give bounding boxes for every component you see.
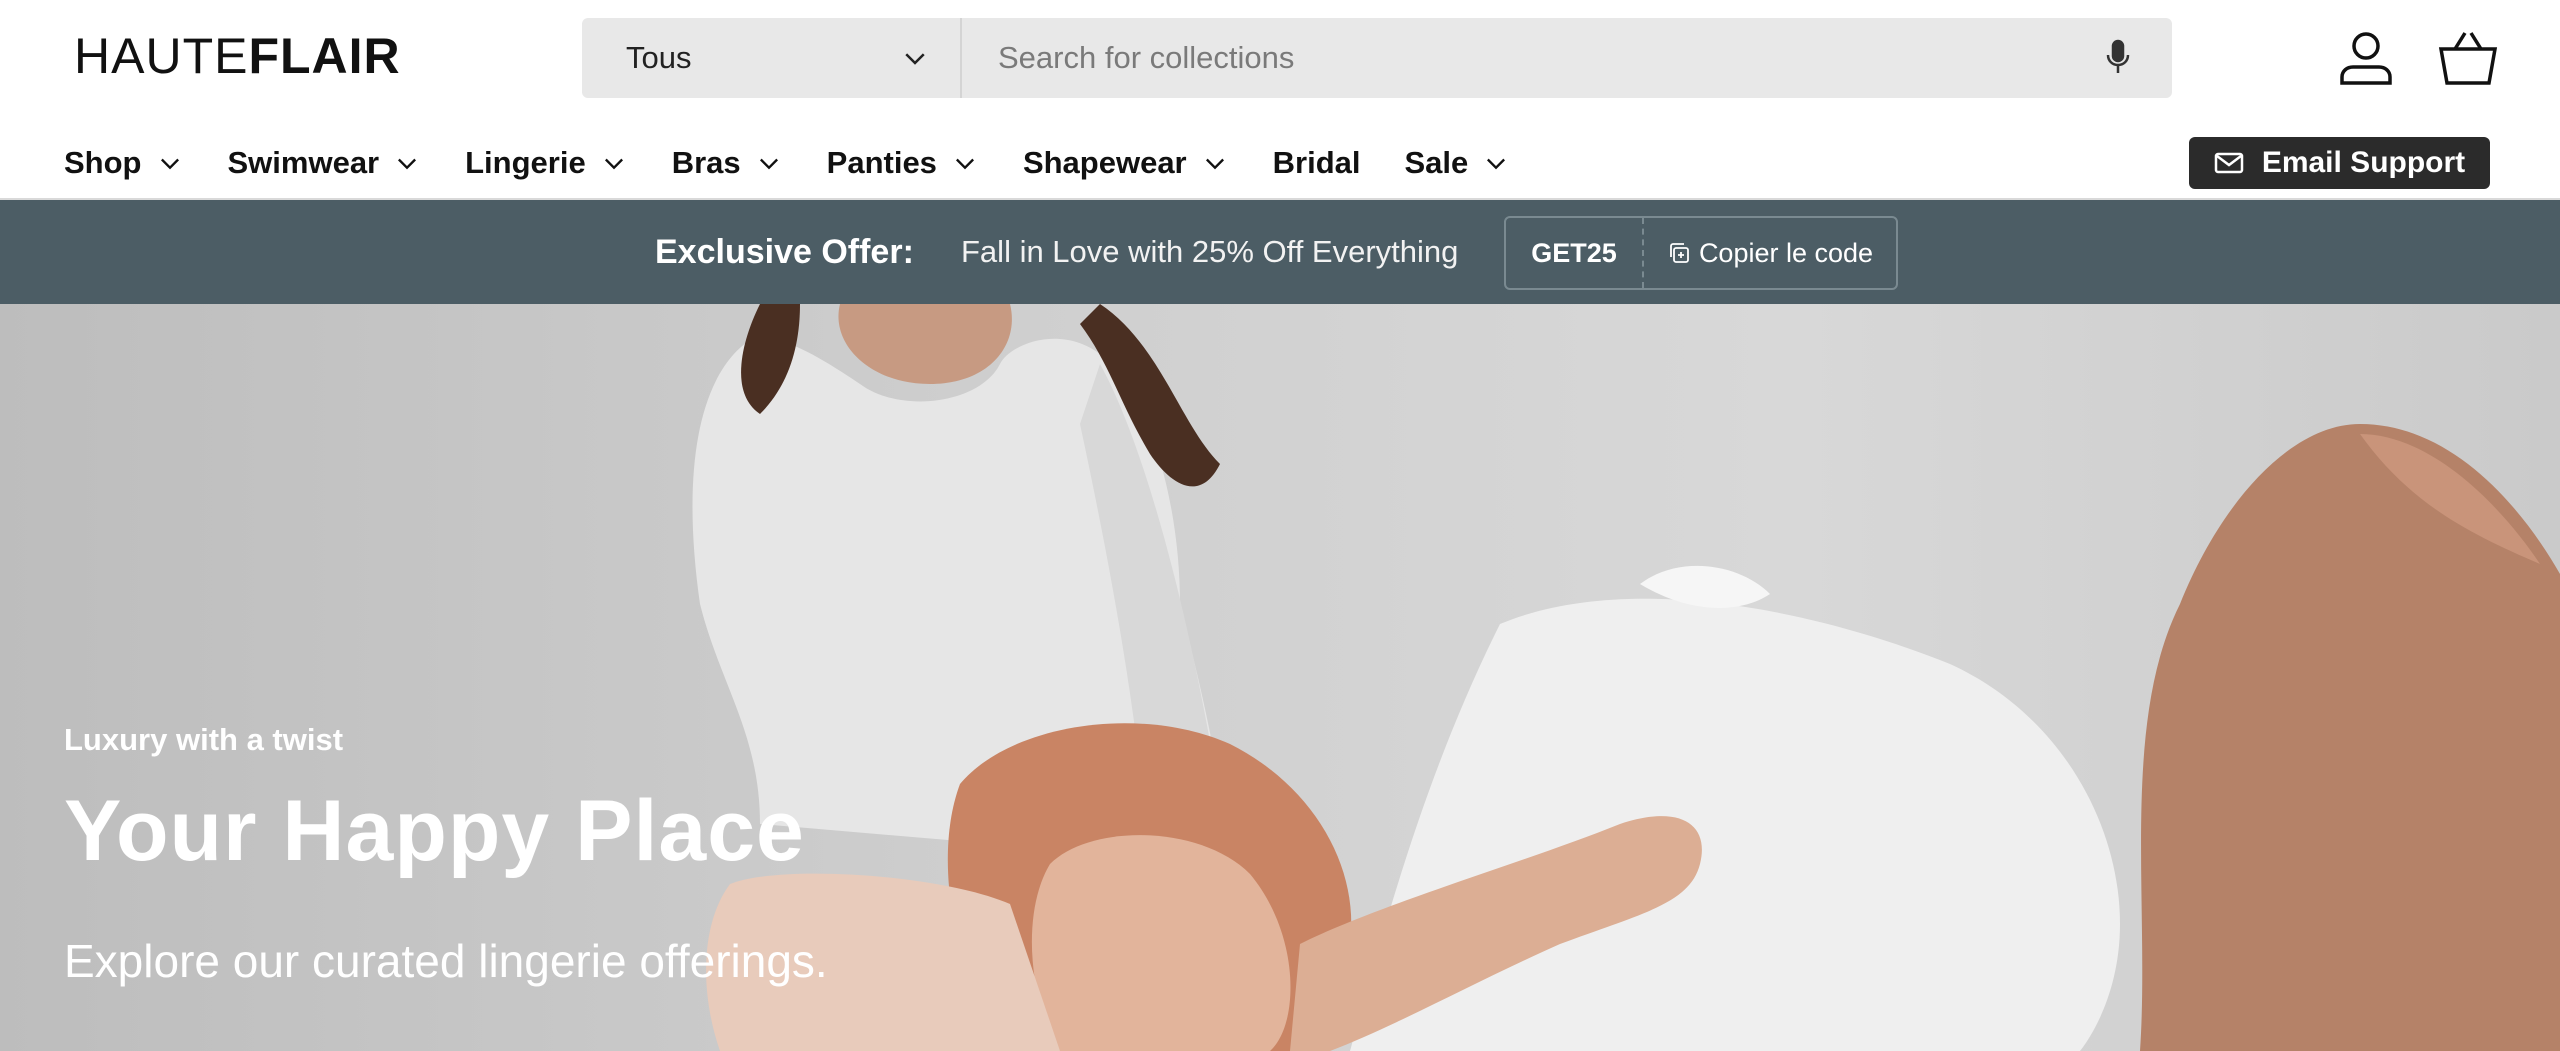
hero-subtitle: Explore our curated lingerie offerings. xyxy=(64,935,828,987)
copy-code-label: Copier le code xyxy=(1698,237,1874,268)
chevron-down-icon xyxy=(955,158,974,170)
account-icon[interactable] xyxy=(2334,26,2398,90)
search-field xyxy=(962,18,2172,98)
chevron-down-icon xyxy=(160,158,179,170)
copy-code-button[interactable]: Copier le code xyxy=(1644,218,1896,288)
nav-item-lingerie[interactable]: Lingerie xyxy=(465,145,628,181)
promo-label: Exclusive Offer: xyxy=(655,232,914,271)
chevron-down-icon xyxy=(398,158,417,170)
nav-item-shop[interactable]: Shop xyxy=(64,145,184,181)
hero-title: Your Happy Place xyxy=(64,783,805,879)
nav-item-label: Lingerie xyxy=(465,145,586,180)
nav-item-sale[interactable]: Sale xyxy=(1405,145,1511,181)
nav-item-label: Sale xyxy=(1404,145,1469,180)
chevron-down-icon xyxy=(1205,158,1224,170)
microphone-icon[interactable] xyxy=(2100,38,2136,78)
copy-icon xyxy=(1670,243,1689,263)
email-support-label: Email Support xyxy=(2261,146,2466,179)
search-input[interactable] xyxy=(998,40,2100,76)
mail-icon xyxy=(2214,152,2244,174)
promo-text: Fall in Love with 25% Off Everything xyxy=(961,234,1459,269)
nav-item-label: Swimwear xyxy=(227,145,380,180)
chevron-down-icon xyxy=(1487,158,1506,170)
promo-code-box: GET25 Copier le code xyxy=(1504,216,1898,290)
promo-code: GET25 xyxy=(1506,218,1644,288)
nav-item-bras[interactable]: Bras xyxy=(672,145,783,181)
search-bar: Tous xyxy=(582,18,2172,98)
category-select[interactable]: Tous xyxy=(582,18,962,98)
site-header: HAUTEFLAIR Tous Shop Swimwear Lingerie xyxy=(0,0,2560,200)
nav-item-swimwear[interactable]: Swimwear xyxy=(228,145,422,181)
nav-item-label: Shapewear xyxy=(1022,145,1187,180)
nav-item-label: Panties xyxy=(826,145,937,180)
hero-eyebrow: Luxury with a twist xyxy=(64,722,344,757)
category-select-value: Tous xyxy=(626,40,692,75)
nav-item-bridal[interactable]: Bridal xyxy=(1273,145,1361,181)
chevron-down-icon xyxy=(604,158,623,170)
promo-banner: Exclusive Offer: Fall in Love with 25% O… xyxy=(0,200,2560,304)
brand-logo[interactable]: HAUTE FLAIR xyxy=(74,26,401,86)
nav-item-shapewear[interactable]: Shapewear xyxy=(1023,145,1229,181)
hero-banner[interactable]: Luxury with a twist Your Happy Place Exp… xyxy=(0,304,2560,1051)
nav-item-label: Bridal xyxy=(1272,145,1361,180)
nav-item-label: Bras xyxy=(671,145,741,180)
basket-icon[interactable] xyxy=(2436,26,2500,90)
chevron-down-icon xyxy=(759,158,778,170)
chevron-down-icon xyxy=(905,53,925,65)
email-support-button[interactable]: Email Support xyxy=(2189,137,2490,189)
main-nav: Shop Swimwear Lingerie Bras Panties Shap… xyxy=(64,138,1510,188)
nav-item-panties[interactable]: Panties xyxy=(827,145,979,181)
logo-light-text: HAUTE xyxy=(74,28,249,84)
nav-item-label: Shop xyxy=(64,145,142,180)
logo-bold-text: FLAIR xyxy=(248,28,401,84)
